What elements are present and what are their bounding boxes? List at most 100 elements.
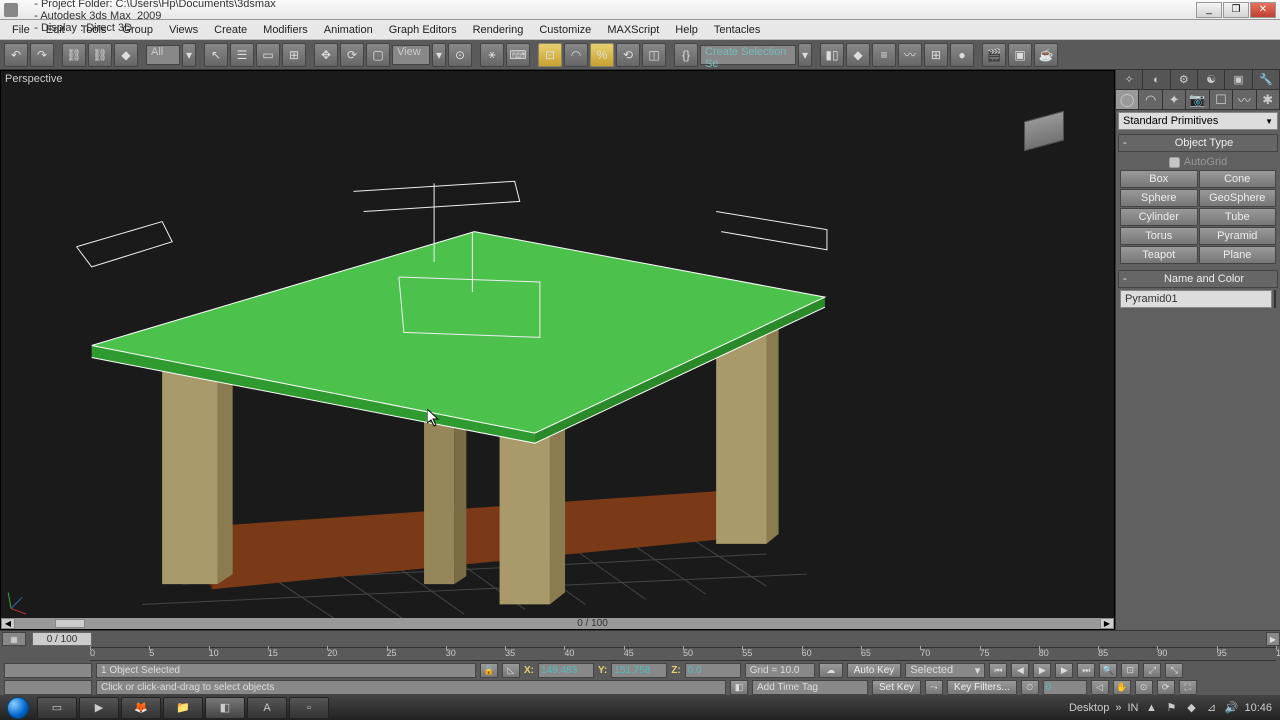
primitive-cone[interactable]: Cone bbox=[1199, 170, 1277, 188]
tray-sec-icon[interactable]: ◆ bbox=[1184, 701, 1198, 715]
layers-button[interactable]: ≡ bbox=[872, 43, 896, 67]
auto-key-button[interactable]: Auto Key bbox=[847, 663, 902, 678]
rotate-button[interactable]: ⟳ bbox=[340, 43, 364, 67]
unlink-button[interactable]: ⛓ bbox=[88, 43, 112, 67]
coord-z-input[interactable] bbox=[685, 663, 741, 678]
time-slider[interactable]: 0 / 100 bbox=[32, 632, 92, 646]
primitive-plane[interactable]: Plane bbox=[1199, 246, 1277, 264]
tray-net-icon[interactable]: ⊿ bbox=[1204, 701, 1218, 715]
goto-end-button[interactable]: ⏭ bbox=[1077, 663, 1095, 678]
move-button[interactable]: ✥ bbox=[314, 43, 338, 67]
absolute-mode-icon[interactable]: ◺ bbox=[502, 663, 520, 678]
nav-zoomall-button[interactable]: ⊡ bbox=[1121, 663, 1139, 678]
tray-up-icon[interactable]: ▲ bbox=[1144, 701, 1158, 715]
edged-faces-button[interactable]: ◫ bbox=[642, 43, 666, 67]
primitive-torus[interactable]: Torus bbox=[1120, 227, 1198, 245]
time-slider-right[interactable]: ▶ bbox=[1266, 632, 1280, 646]
task-media[interactable]: ▶ bbox=[79, 697, 119, 719]
select-name-button[interactable]: ☰ bbox=[230, 43, 254, 67]
menu-maxscript[interactable]: MAXScript bbox=[599, 22, 667, 38]
selection-set-arrow[interactable]: ▾ bbox=[798, 43, 812, 67]
task-explorer[interactable]: ▭ bbox=[37, 697, 77, 719]
subtab-geometry[interactable]: ◯ bbox=[1116, 90, 1139, 109]
key-mode-toggle[interactable]: ⤳ bbox=[925, 680, 943, 695]
lock-selection-icon[interactable]: 🔒 bbox=[480, 663, 498, 678]
start-button[interactable] bbox=[0, 695, 36, 720]
minimize-button[interactable]: _ bbox=[1196, 2, 1222, 18]
bind-button[interactable]: ◆ bbox=[114, 43, 138, 67]
angle-snap-button[interactable]: ◠ bbox=[564, 43, 588, 67]
menu-file[interactable]: File bbox=[4, 22, 38, 38]
menu-animation[interactable]: Animation bbox=[316, 22, 381, 38]
primitive-cylinder[interactable]: Cylinder bbox=[1120, 208, 1198, 226]
nav-pan-button[interactable]: ✋ bbox=[1113, 680, 1131, 695]
window-crossing-button[interactable]: ⊞ bbox=[282, 43, 306, 67]
subtab-systems[interactable]: ✱ bbox=[1257, 90, 1280, 109]
primitive-pyramid[interactable]: Pyramid bbox=[1199, 227, 1277, 245]
tray-clock[interactable]: 10:46 bbox=[1244, 702, 1272, 714]
primitive-sphere[interactable]: Sphere bbox=[1120, 189, 1198, 207]
task-firefox[interactable]: 🦊 bbox=[121, 697, 161, 719]
close-button[interactable]: ✕ bbox=[1250, 2, 1276, 18]
render-setup-button[interactable]: 🎬 bbox=[982, 43, 1006, 67]
menu-edit[interactable]: Edit bbox=[38, 22, 73, 38]
current-frame-input[interactable] bbox=[1043, 680, 1087, 695]
comm-center-icon[interactable]: ☁ bbox=[819, 663, 843, 678]
cmdtab-utilities[interactable]: 🔧 bbox=[1253, 70, 1280, 89]
named-sel-button[interactable]: {} bbox=[674, 43, 698, 67]
ref-coord-arrow[interactable]: ▾ bbox=[432, 43, 446, 67]
category-dropdown[interactable]: Standard Primitives▼ bbox=[1118, 112, 1278, 130]
coord-y-input[interactable] bbox=[611, 663, 667, 678]
cmdtab-motion[interactable]: ☯ bbox=[1198, 70, 1225, 89]
task-app2[interactable]: ▫ bbox=[289, 697, 329, 719]
selection-set-input[interactable]: Create Selection Se bbox=[700, 45, 796, 65]
rollout-object-type[interactable]: -Object Type bbox=[1118, 134, 1278, 152]
link-button[interactable]: ⛓ bbox=[62, 43, 86, 67]
snap-2d-button[interactable]: ⊡ bbox=[538, 43, 562, 67]
nav-maxtoggle-button[interactable]: ⛶ bbox=[1179, 680, 1197, 695]
prev-frame-button[interactable]: ◀ bbox=[1011, 663, 1029, 678]
subtab-helpers[interactable]: ☐ bbox=[1210, 90, 1233, 109]
nav-zoomext-button[interactable]: ⤢ bbox=[1143, 663, 1161, 678]
render-button[interactable]: ☕ bbox=[1034, 43, 1058, 67]
menu-customize[interactable]: Customize bbox=[531, 22, 599, 38]
mini-listener-1[interactable] bbox=[4, 663, 92, 678]
menu-modifiers[interactable]: Modifiers bbox=[255, 22, 316, 38]
select-button[interactable]: ↖ bbox=[204, 43, 228, 67]
menu-tools[interactable]: Tools bbox=[73, 22, 115, 38]
task-folder[interactable]: 📁 bbox=[163, 697, 203, 719]
menu-tentacles[interactable]: Tentacles bbox=[706, 22, 768, 38]
scale-button[interactable]: ▢ bbox=[366, 43, 390, 67]
manipulate-button[interactable]: ⚹ bbox=[480, 43, 504, 67]
menu-group[interactable]: Group bbox=[114, 22, 161, 38]
play-button[interactable]: ▶ bbox=[1033, 663, 1051, 678]
task-app1[interactable]: A bbox=[247, 697, 287, 719]
scroll-left-icon[interactable]: ◀ bbox=[1, 618, 15, 629]
menu-rendering[interactable]: Rendering bbox=[465, 22, 532, 38]
pivot-button[interactable]: ⊙ bbox=[448, 43, 472, 67]
tray-vol-icon[interactable]: 🔊 bbox=[1224, 701, 1238, 715]
set-key-button[interactable]: Set Key bbox=[872, 680, 921, 695]
select-region-button[interactable]: ▭ bbox=[256, 43, 280, 67]
curve-editor-button[interactable]: 〰 bbox=[898, 43, 922, 67]
selection-filter-arrow[interactable]: ▾ bbox=[182, 43, 196, 67]
redo-button[interactable]: ↷ bbox=[30, 43, 54, 67]
tray-desktop[interactable]: Desktop bbox=[1069, 702, 1109, 714]
cmdtab-modify[interactable]: ◐ bbox=[1143, 70, 1170, 89]
viewport-scrollbar[interactable]: ◀ 0 / 100 ▶ bbox=[1, 618, 1114, 629]
subtab-cameras[interactable]: 📷 bbox=[1186, 90, 1209, 109]
goto-start-button[interactable]: ⏮ bbox=[989, 663, 1007, 678]
primitive-geosphere[interactable]: GeoSphere bbox=[1199, 189, 1277, 207]
time-tag-icon[interactable]: ◧ bbox=[730, 680, 748, 695]
primitive-tube[interactable]: Tube bbox=[1199, 208, 1277, 226]
coord-x-input[interactable] bbox=[538, 663, 594, 678]
scroll-right-icon[interactable]: ▶ bbox=[1100, 618, 1114, 629]
nav-zoom-button[interactable]: 🔍 bbox=[1099, 663, 1117, 678]
primitive-box[interactable]: Box bbox=[1120, 170, 1198, 188]
primitive-teapot[interactable]: Teapot bbox=[1120, 246, 1198, 264]
nav-orbit-button[interactable]: ⟳ bbox=[1157, 680, 1175, 695]
percent-snap-button[interactable]: % bbox=[590, 43, 614, 67]
trackbar-toggle[interactable]: ▦ bbox=[2, 632, 26, 646]
schematic-button[interactable]: ⊞ bbox=[924, 43, 948, 67]
viewport[interactable]: Perspective bbox=[0, 70, 1115, 630]
